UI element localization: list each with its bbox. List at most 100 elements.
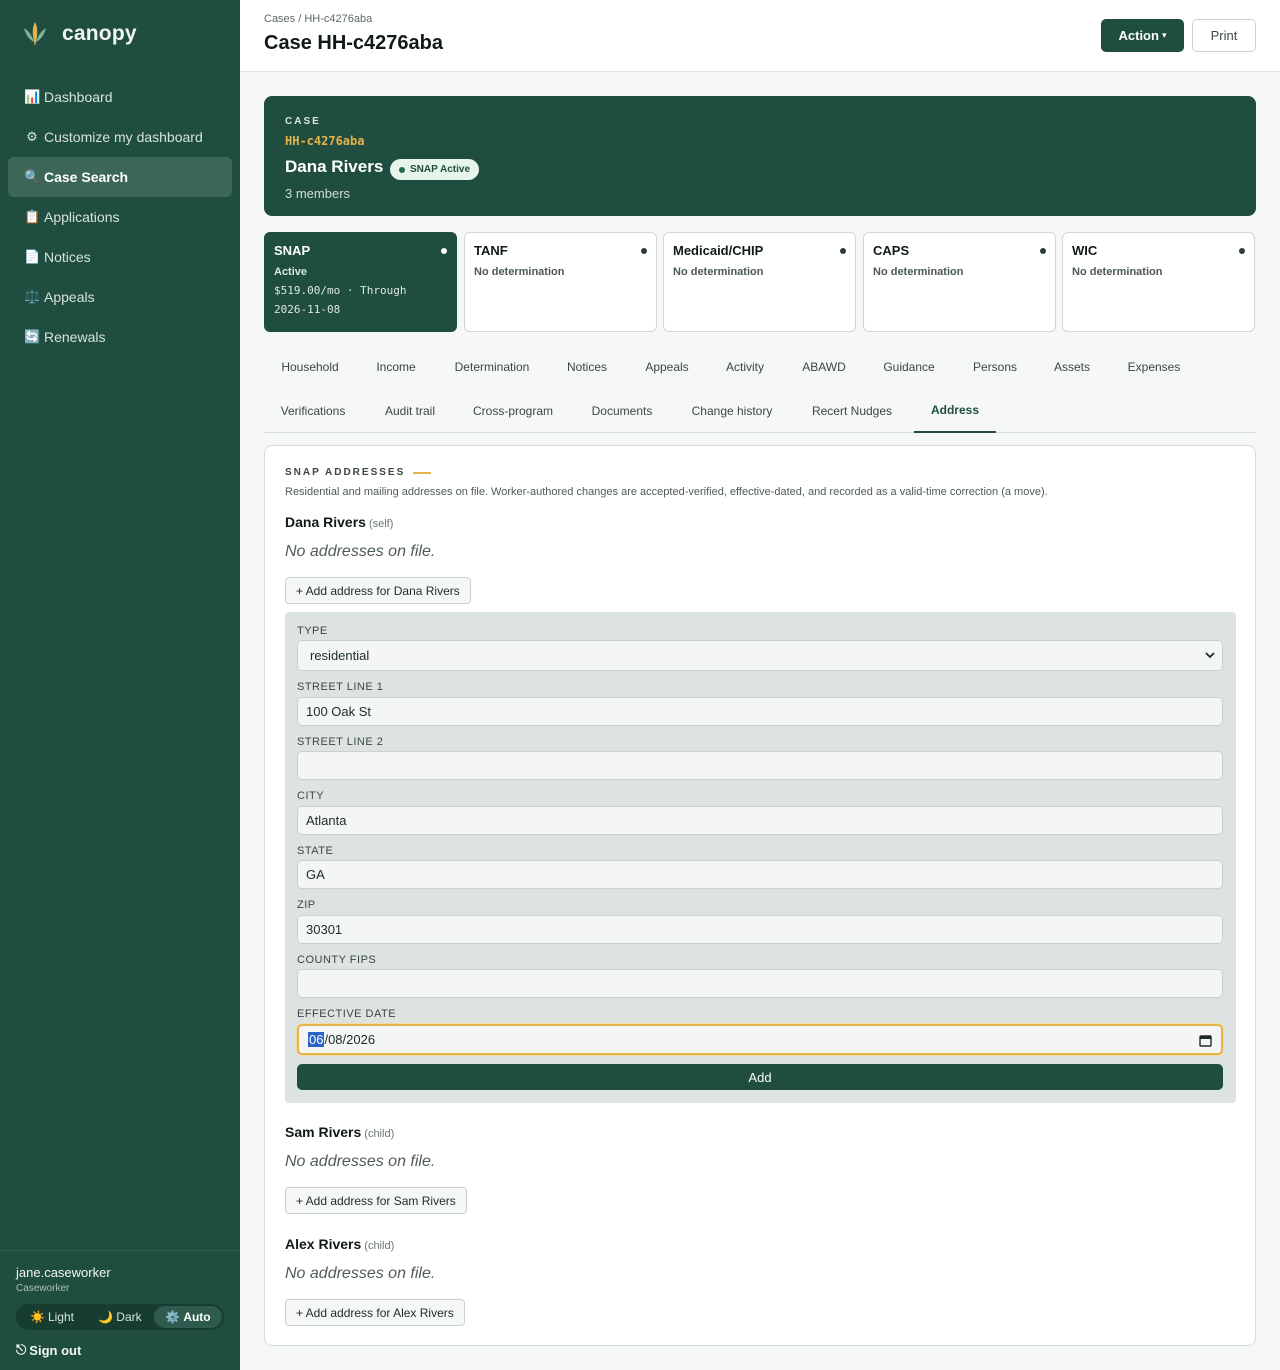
status-dot-icon — [1040, 248, 1046, 254]
program-card-caps[interactable]: CAPS No determination — [863, 232, 1056, 332]
tab-verifications[interactable]: Verifications — [270, 389, 356, 433]
status-dot-icon — [441, 248, 447, 254]
sidebar: canopy 📊 Dashboard ⚙ Customize my dashbo… — [0, 0, 240, 1370]
sun-icon: ☀️ — [30, 1310, 45, 1324]
zip-input[interactable]: 30301 — [297, 915, 1223, 944]
moon-icon: 🌙 — [98, 1310, 114, 1324]
program-name: CAPS — [873, 243, 910, 258]
tab-cross-program[interactable]: Cross-program — [462, 389, 564, 433]
theme-light-button[interactable]: ☀️ Light — [18, 1306, 86, 1328]
tab-documents[interactable]: Documents — [580, 389, 664, 433]
tab-assets[interactable]: Assets — [1044, 345, 1100, 389]
tab-household[interactable]: Household — [270, 345, 350, 389]
state-input[interactable]: GA — [297, 860, 1223, 889]
add-address-sam-button[interactable]: + Add address for Sam Rivers — [285, 1187, 467, 1214]
type-label: TYPE — [297, 625, 328, 637]
sidebar-item-renewals[interactable]: 🔄 Renewals — [8, 317, 232, 357]
add-submit-button[interactable]: Add — [297, 1064, 1223, 1090]
gear-icon: ⚙ — [26, 129, 38, 144]
effective-date-input[interactable]: 06/08/2026 — [297, 1024, 1223, 1055]
address-panel: SNAP ADDRESSES Residential and mailing a… — [264, 445, 1256, 1346]
add-address-form: TYPE residential STREET LINE 1 100 Oak S… — [285, 612, 1236, 1103]
status-dot-icon — [840, 248, 846, 254]
canopy-logo-icon — [24, 22, 46, 46]
sidebar-item-notices[interactable]: 📄 Notices — [8, 237, 232, 277]
sign-out-button[interactable]: ⎋ Sign out — [16, 1342, 224, 1358]
tab-abawd[interactable]: ABAWD — [790, 345, 858, 389]
sidebar-item-label: Applications — [44, 209, 120, 225]
document-icon: 📄 — [24, 249, 41, 264]
city-input[interactable]: Atlanta — [297, 806, 1223, 835]
tab-notices[interactable]: Notices — [556, 345, 618, 389]
theme-auto-button[interactable]: ⚙️ Auto — [154, 1306, 222, 1328]
effective-date-label: EFFECTIVE DATE — [297, 1008, 397, 1020]
add-address-alex-button[interactable]: + Add address for Alex Rivers — [285, 1299, 465, 1326]
sidebar-item-applications[interactable]: 📋 Applications — [8, 197, 232, 237]
tab-activity[interactable]: Activity — [716, 345, 774, 389]
status-dot-icon — [1239, 248, 1245, 254]
person-heading-alex-rivers: Alex Rivers (child) — [285, 1236, 395, 1252]
brand[interactable]: canopy — [22, 20, 137, 48]
county-fips-input[interactable] — [297, 969, 1223, 998]
case-banner: CASE HH-c4276aba Dana Rivers SNAP Active… — [264, 96, 1256, 216]
sidebar-item-label: Case Search — [44, 169, 129, 185]
page-header: Cases / HH-c4276aba Case HH-c4276aba Act… — [240, 0, 1280, 72]
program-name: Medicaid/CHIP — [673, 243, 764, 258]
program-card-wic[interactable]: WIC No determination — [1062, 232, 1255, 332]
program-name: TANF — [474, 243, 508, 258]
street2-input[interactable] — [297, 751, 1223, 780]
section-description: Residential and mailing addresses on fil… — [285, 486, 1048, 498]
member-count: 3 members — [285, 186, 351, 201]
theme-toggle: ☀️ Light 🌙 Dark ⚙️ Auto — [16, 1304, 224, 1330]
refresh-icon: 🔄 — [24, 329, 41, 344]
sidebar-item-dashboard[interactable]: 📊 Dashboard — [8, 77, 232, 117]
sidebar-footer: jane.caseworker Caseworker ☀️ Light 🌙 Da… — [0, 1250, 240, 1358]
chevron-down-icon — [1205, 652, 1215, 659]
tab-income[interactable]: Income — [364, 345, 428, 389]
chevron-down-icon: ▾ — [1161, 30, 1167, 40]
page-title: Case HH-c4276aba — [264, 32, 443, 54]
sidebar-item-label: Notices — [44, 249, 91, 265]
type-select[interactable]: residential — [297, 640, 1223, 671]
program-name: WIC — [1072, 243, 1098, 258]
add-address-dana-button[interactable]: + Add address for Dana Rivers — [285, 577, 471, 604]
calendar-icon[interactable] — [1199, 1034, 1212, 1047]
county-fips-label: COUNTY FIPS — [297, 954, 377, 966]
gear-icon: ⚙️ — [165, 1310, 181, 1324]
sidebar-item-case-search[interactable]: 🔍 Case Search — [8, 157, 232, 197]
program-card-snap[interactable]: SNAP Active $519.00/mo · Through 2026-11… — [264, 232, 457, 332]
chart-icon: 📊 — [24, 89, 41, 104]
date-month-segment: 06 — [308, 1032, 325, 1047]
tab-address[interactable]: Address — [914, 389, 996, 433]
sidebar-item-appeals[interactable]: ⚖️ Appeals — [8, 277, 232, 317]
section-title: SNAP ADDRESSES — [285, 467, 432, 478]
street2-label: STREET LINE 2 — [297, 736, 384, 748]
case-kicker: CASE — [285, 116, 321, 127]
case-id: HH-c4276aba — [285, 134, 365, 148]
state-label: STATE — [297, 845, 334, 857]
tab-persons[interactable]: Persons — [962, 345, 1028, 389]
zip-label: ZIP — [297, 899, 316, 911]
breadcrumb[interactable]: Cases / HH-c4276aba — [264, 13, 372, 25]
tab-appeals[interactable]: Appeals — [634, 345, 700, 389]
city-label: CITY — [297, 790, 325, 802]
program-card-medicaid-chip[interactable]: Medicaid/CHIP No determination — [663, 232, 856, 332]
case-head-name: Dana Rivers — [285, 157, 384, 176]
tab-expenses[interactable]: Expenses — [1116, 345, 1192, 389]
tab-determination[interactable]: Determination — [444, 345, 540, 389]
action-button[interactable]: Action ▾ — [1101, 19, 1184, 52]
scales-icon: ⚖️ — [24, 289, 41, 304]
user-role: Caseworker — [16, 1283, 70, 1294]
sidebar-item-customize-dashboard[interactable]: ⚙ Customize my dashboard — [8, 117, 232, 157]
tab-guidance[interactable]: Guidance — [872, 345, 946, 389]
program-card-tanf[interactable]: TANF No determination — [464, 232, 657, 332]
theme-dark-button[interactable]: 🌙 Dark — [86, 1306, 154, 1328]
user-name: jane.caseworker — [16, 1265, 111, 1280]
tab-change-history[interactable]: Change history — [678, 389, 786, 433]
sidebar-item-label: Appeals — [44, 289, 95, 305]
empty-state: No addresses on file. — [285, 1153, 436, 1170]
street1-input[interactable]: 100 Oak St — [297, 697, 1223, 726]
tab-recert-nudges[interactable]: Recert Nudges — [800, 389, 904, 433]
tab-audit-trail[interactable]: Audit trail — [372, 389, 448, 433]
print-button[interactable]: Print — [1192, 19, 1256, 52]
